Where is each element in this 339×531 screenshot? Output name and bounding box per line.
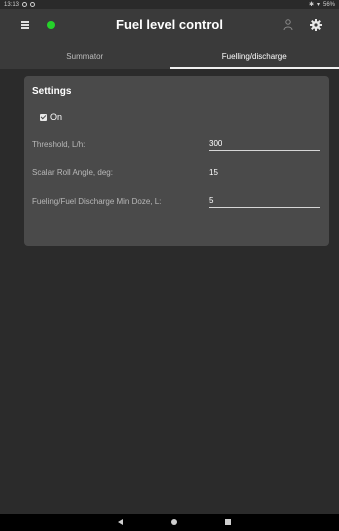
on-checkbox[interactable] <box>40 113 47 121</box>
bluetooth-icon: ✱ <box>308 2 314 8</box>
person-icon[interactable] <box>283 19 293 31</box>
status-left: 13:13 <box>4 1 36 8</box>
status-battery: 56% <box>322 1 335 8</box>
tab-fuelling-discharge[interactable]: Fuelling/discharge <box>169 43 339 69</box>
threshold-input[interactable] <box>209 136 320 151</box>
min-doze-label: Fueling/Fuel Discharge Min Doze, L: <box>32 197 162 206</box>
system-navigation-bar <box>0 514 339 531</box>
recents-square-icon[interactable] <box>225 519 231 525</box>
on-checkbox-row[interactable]: On <box>40 112 62 122</box>
tab-summator[interactable]: Summator <box>0 43 170 69</box>
wifi-icon: ▾ <box>316 2 320 8</box>
tab-bar: Summator Fuelling/discharge <box>0 43 339 69</box>
gear-icon[interactable] <box>310 19 322 31</box>
status-bar: 13:13 ✱ ▾ 56% <box>0 0 339 9</box>
status-time: 13:13 <box>4 1 20 8</box>
app-toolbar: Fuel level control <box>0 9 339 43</box>
min-doze-input[interactable] <box>209 193 320 208</box>
threshold-label: Threshold, L/h: <box>32 140 86 149</box>
status-right: ✱ ▾ 56% <box>308 1 335 9</box>
roll-angle-label: Scalar Roll Angle, deg: <box>32 168 113 177</box>
settings-title: Settings <box>32 86 72 97</box>
notification-icon <box>30 2 36 7</box>
notification-icon <box>22 2 28 7</box>
settings-card: Settings On Threshold, L/h: Scalar Roll … <box>24 76 329 246</box>
roll-angle-value: 15 <box>209 168 218 177</box>
on-checkbox-label: On <box>50 112 63 122</box>
back-triangle-icon[interactable] <box>118 519 123 525</box>
home-circle-icon[interactable] <box>171 519 177 525</box>
